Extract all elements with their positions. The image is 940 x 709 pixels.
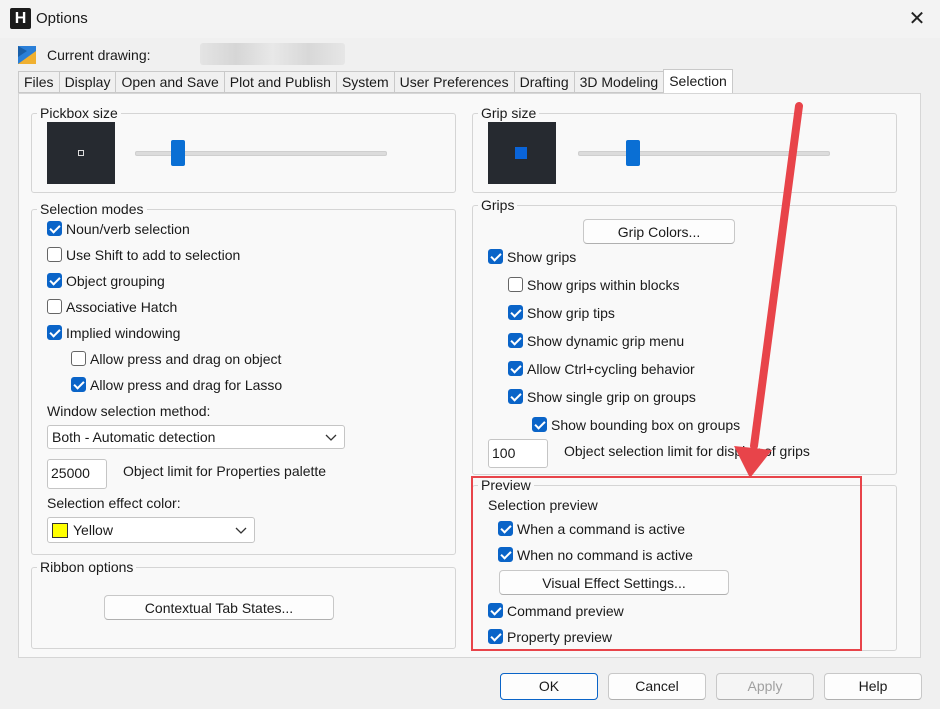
app-icon: H: [10, 8, 31, 29]
grips-title: Grips: [478, 197, 518, 213]
grip-colors-button[interactable]: Grip Colors...: [583, 219, 735, 244]
tab-display[interactable]: Display: [58, 71, 116, 93]
pickbox-slider-thumb[interactable]: [170, 140, 185, 166]
press-drag-lasso-label: Allow press and drag for Lasso: [90, 377, 283, 393]
color-swatch: [52, 523, 68, 538]
tab-3d-modeling[interactable]: 3D Modeling: [573, 71, 664, 93]
effect-color-label: Selection effect color:: [47, 495, 181, 511]
grip-square-icon: [515, 147, 527, 159]
pickbox-title: Pickbox size: [37, 105, 121, 121]
dynamic-grip-menu-label: Show dynamic grip menu: [527, 333, 685, 349]
close-icon[interactable]: ✕: [904, 7, 930, 31]
associative-hatch-label: Associative Hatch: [66, 299, 178, 315]
current-drawing-label: Current drawing:: [47, 47, 151, 63]
noun-verb-label: Noun/verb selection: [66, 221, 190, 237]
single-grip-groups-label: Show single grip on groups: [527, 389, 696, 405]
window-method-select[interactable]: Both - Automatic detection: [47, 425, 345, 449]
object-grouping-checkbox[interactable]: [47, 273, 62, 288]
dynamic-grip-menu-checkbox[interactable]: [508, 333, 523, 348]
grip-tips-checkbox[interactable]: [508, 305, 523, 320]
grips-within-blocks-label: Show grips within blocks: [527, 277, 680, 293]
press-drag-object-label: Allow press and drag on object: [90, 351, 282, 367]
implied-windowing-label: Implied windowing: [66, 325, 181, 341]
use-shift-label: Use Shift to add to selection: [66, 247, 241, 263]
help-button[interactable]: Help: [824, 673, 922, 700]
press-drag-object-checkbox[interactable]: [71, 351, 86, 366]
tab-system[interactable]: System: [335, 71, 394, 93]
single-grip-groups-checkbox[interactable]: [508, 389, 523, 404]
object-grouping-label: Object grouping: [66, 273, 165, 289]
noun-verb-checkbox[interactable]: [47, 221, 62, 236]
contextual-tab-states-button[interactable]: Contextual Tab States...: [104, 595, 334, 620]
window-title: Options: [36, 10, 88, 27]
window-method-label: Window selection method:: [47, 403, 211, 419]
annotation-arrow-icon: [734, 102, 803, 478]
object-limit-label: Object limit for Properties palette: [123, 463, 327, 479]
apply-button[interactable]: Apply: [716, 673, 814, 700]
ok-button[interactable]: OK: [500, 673, 598, 700]
grip-tips-label: Show grip tips: [527, 305, 615, 321]
show-grips-label: Show grips: [507, 249, 577, 265]
chevron-down-icon: [325, 434, 337, 441]
grip-size-title: Grip size: [478, 105, 540, 121]
title-bar: [0, 0, 940, 38]
tab-plot-and-publish[interactable]: Plot and Publish: [223, 71, 336, 93]
grip-limit-input[interactable]: 100: [488, 439, 548, 468]
selection-modes-title: Selection modes: [37, 201, 147, 217]
tab-strip: Files Display Open and Save Plot and Pub…: [18, 69, 733, 93]
tab-selection[interactable]: Selection: [663, 69, 733, 93]
implied-windowing-checkbox[interactable]: [47, 325, 62, 340]
associative-hatch-checkbox[interactable]: [47, 299, 62, 314]
grips-within-blocks-checkbox[interactable]: [508, 277, 523, 292]
ctrl-cycling-checkbox[interactable]: [508, 361, 523, 376]
press-drag-lasso-checkbox[interactable]: [71, 377, 86, 392]
grip-size-slider-thumb[interactable]: [626, 140, 641, 166]
chevron-down-icon: [235, 527, 247, 534]
effect-color-select[interactable]: Yellow: [47, 517, 255, 543]
tab-user-preferences[interactable]: User Preferences: [393, 71, 514, 93]
highlight-box-annotation: [471, 476, 862, 651]
bounding-box-groups-label: Show bounding box on groups: [551, 417, 741, 433]
drawing-file-icon: [18, 46, 36, 64]
pickbox-square-icon: [78, 150, 84, 156]
use-shift-checkbox[interactable]: [47, 247, 62, 262]
tab-drafting[interactable]: Drafting: [513, 71, 574, 93]
cancel-button[interactable]: Cancel: [608, 673, 706, 700]
ribbon-options-title: Ribbon options: [37, 559, 137, 575]
effect-color-value: Yellow: [73, 522, 113, 538]
tab-files[interactable]: Files: [18, 71, 59, 93]
pickbox-preview: [47, 122, 115, 184]
current-drawing-name-blurred: [200, 43, 345, 65]
grip-size-preview: [488, 122, 556, 184]
bounding-box-groups-checkbox[interactable]: [532, 417, 547, 432]
ctrl-cycling-label: Allow Ctrl+cycling behavior: [527, 361, 695, 377]
show-grips-checkbox[interactable]: [488, 249, 503, 264]
object-limit-input[interactable]: 25000: [47, 459, 107, 489]
tab-open-and-save[interactable]: Open and Save: [115, 71, 224, 93]
window-method-value: Both - Automatic detection: [52, 429, 216, 445]
